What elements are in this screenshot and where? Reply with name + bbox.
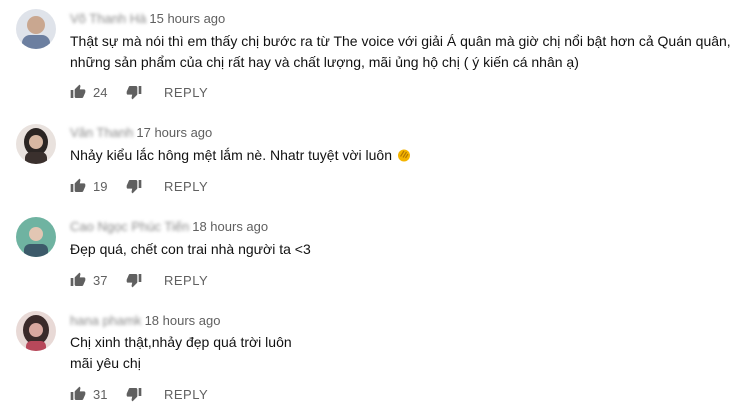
avatar[interactable] (16, 217, 56, 257)
thumbs-up-icon[interactable] (70, 386, 86, 405)
reply-button[interactable]: REPLY (164, 387, 208, 402)
avatar-image (16, 9, 56, 49)
reply-button[interactable]: REPLY (164, 273, 208, 288)
thumbs-up-icon[interactable] (70, 178, 86, 197)
clapping-hands-icon (396, 147, 412, 169)
avatar[interactable] (16, 124, 56, 164)
like-count: 37 (93, 273, 108, 288)
author-name[interactable]: hana phamk (70, 313, 142, 328)
comment-text-line: Đẹp quá, chết con trai nhà người ta <3 (70, 241, 311, 257)
comment-text-line: mãi yêu chị (70, 355, 141, 371)
comment-text: Nhảy kiểu lắc hông mệt lắm nè. Nhatr tuy… (70, 145, 412, 169)
author-name[interactable]: Võ Thanh Hà (70, 11, 146, 26)
comment-header: Cao Ngọc Phúc Tiến 18 hours ago (70, 219, 268, 234)
avatar-image (16, 217, 56, 257)
comment-text-content: Nhảy kiểu lắc hông mệt lắm nè. Nhatr tuy… (70, 147, 393, 163)
author-name[interactable]: Văn Thanh (70, 125, 133, 140)
thumbs-down-icon[interactable] (126, 386, 142, 405)
like-count: 19 (93, 179, 108, 194)
timestamp[interactable]: 18 hours ago (192, 219, 268, 234)
comment-header: Văn Thanh 17 hours ago (70, 125, 212, 140)
thumbs-down-icon[interactable] (126, 84, 142, 103)
timestamp[interactable]: 17 hours ago (136, 125, 212, 140)
thumbs-up-icon[interactable] (70, 272, 86, 291)
comment-text-line: Chị xinh thật,nhảy đẹp quá trời luôn (70, 334, 292, 350)
comment-text-line: Nhảy kiểu lắc hông mệt lắm nè. Nhatr tuy… (70, 145, 412, 169)
timestamp[interactable]: 18 hours ago (145, 313, 221, 328)
comment-text: Đẹp quá, chết con trai nhà người ta <3 (70, 239, 311, 260)
comment-text: Chị xinh thật,nhảy đẹp quá trời luôn mãi… (70, 332, 292, 374)
thumbs-up-icon[interactable] (70, 84, 86, 103)
avatar-image (16, 124, 56, 164)
avatar[interactable] (16, 311, 56, 351)
comment-text-line: Thật sự mà nói thì em thấy chị bước ra t… (70, 33, 731, 49)
timestamp[interactable]: 15 hours ago (149, 11, 225, 26)
like-count: 24 (93, 85, 108, 100)
reply-button[interactable]: REPLY (164, 85, 208, 100)
comment-header: Võ Thanh Hà 15 hours ago (70, 11, 225, 26)
thumbs-down-icon[interactable] (126, 272, 142, 291)
reply-button[interactable]: REPLY (164, 179, 208, 194)
comment-text: Thật sự mà nói thì em thấy chị bước ra t… (70, 31, 731, 73)
thumbs-down-icon[interactable] (126, 178, 142, 197)
avatar-image (16, 311, 56, 351)
author-name[interactable]: Cao Ngọc Phúc Tiến (70, 219, 189, 234)
comment-text-line: những sản phẩm của chị rất hay và chất l… (70, 54, 579, 70)
avatar[interactable] (16, 9, 56, 49)
like-count: 31 (93, 387, 108, 402)
comment-header: hana phamk 18 hours ago (70, 313, 220, 328)
